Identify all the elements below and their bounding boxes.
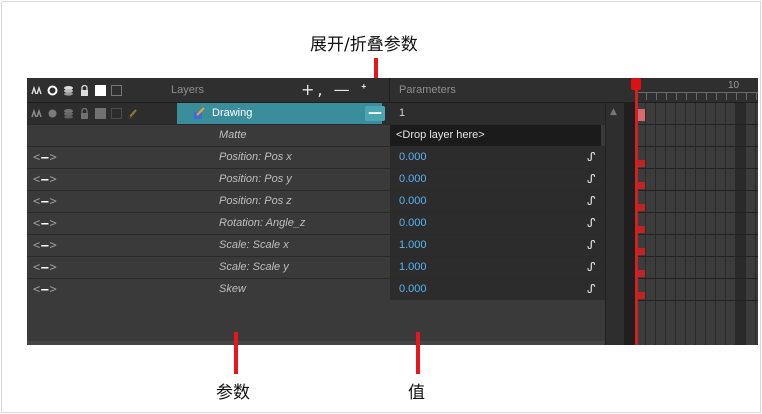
function-curve-icon[interactable]: ᔑ <box>587 150 596 164</box>
param-value: 0.000 <box>399 283 427 295</box>
param-row-pos-x[interactable]: <—> Position: Pos x 0.000 ᔑ <box>27 146 624 168</box>
visibility-icon[interactable] <box>47 108 58 119</box>
timeline-row-divider <box>636 190 758 191</box>
vertical-scrollbar[interactable]: ▲ <box>605 103 625 345</box>
show-all-icon[interactable] <box>47 85 58 96</box>
pencil-icon[interactable] <box>127 108 138 119</box>
param-row-matte[interactable]: Matte <Drop layer here> <box>27 124 624 146</box>
lock-icon[interactable] <box>79 108 90 119</box>
param-value: 0.000 <box>399 195 427 207</box>
function-curve-icon[interactable]: ᔑ <box>587 238 596 252</box>
keyframe-nav-arrows[interactable]: <—> <box>33 150 58 164</box>
layers-column-label: Layers <box>171 84 205 96</box>
keyframe-nav-arrows[interactable]: <—> <box>33 216 58 230</box>
keyframe-nav-arrows[interactable]: <—> <box>33 282 58 296</box>
playhead[interactable] <box>635 78 638 345</box>
timeline-row-divider <box>636 300 758 301</box>
layer-row-drawing[interactable]: Drawing — 1 <box>27 103 624 124</box>
xsheet-layer-panel: Layers +, — ᐩ Parameters Drawing — 1 Mat… <box>27 78 625 345</box>
param-name: Position: Pos z <box>219 195 292 207</box>
timeline-row-divider <box>636 234 758 235</box>
param-row-angle-z[interactable]: <—> Rotation: Angle_z 0.000 ᔑ <box>27 212 624 234</box>
function-curve-icon[interactable]: ᔑ <box>587 216 596 230</box>
animate-mode-icon[interactable] <box>31 108 42 119</box>
drawing-layer-icon <box>194 107 205 119</box>
layer-name: Drawing <box>212 107 253 119</box>
param-value: 0.000 <box>399 151 427 163</box>
param-name: Matte <box>219 129 247 141</box>
color-swatch-icon[interactable] <box>95 108 106 119</box>
callout-line-param <box>234 332 238 374</box>
param-name: Position: Pos y <box>219 173 292 185</box>
frame-number-label: 10 <box>728 80 740 91</box>
function-curve-icon[interactable]: ᔑ <box>587 172 596 186</box>
frame-ruler[interactable] <box>636 92 758 100</box>
parameters-column-label: Parameters <box>399 84 456 96</box>
timeline-dark-column <box>736 103 745 345</box>
annotation-expand-collapse: 展开/折叠参数 <box>310 35 418 55</box>
timeline-row-divider <box>636 124 758 125</box>
param-value: 0.000 <box>399 173 427 185</box>
timeline-row-divider <box>636 212 758 213</box>
param-value: 0.000 <box>399 217 427 229</box>
param-name: Position: Pos x <box>219 151 292 163</box>
layer-add-remove-tools[interactable]: +, — ᐩ <box>301 80 370 99</box>
color-swatch-icon[interactable] <box>95 84 106 96</box>
layer-stack-icon[interactable] <box>63 85 74 96</box>
collapse-params-button[interactable]: — <box>365 106 385 121</box>
timeline-header: 10 <box>624 78 758 102</box>
keyframe-nav-arrows[interactable]: <—> <box>33 172 58 186</box>
layer-stack-icon[interactable] <box>63 108 74 119</box>
header-divider <box>389 78 390 102</box>
function-curve-icon[interactable]: ᔑ <box>587 260 596 274</box>
matte-drop-text: <Drop layer here> <box>396 129 485 141</box>
timeline-row-divider <box>636 256 758 257</box>
animate-mode-icon[interactable] <box>31 85 42 96</box>
param-row-scale-x[interactable]: <—> Scale: Scale x 1.000 ᔑ <box>27 234 624 256</box>
layer-name-cell[interactable] <box>177 103 382 124</box>
keyframe-nav-arrows[interactable]: <—> <box>33 194 58 208</box>
timeline-panel[interactable]: 10 <box>624 78 758 345</box>
keyframe-nav-arrows[interactable]: <—> <box>33 238 58 252</box>
thumbnail-icon[interactable] <box>111 84 122 96</box>
layer-toggle-icons <box>27 103 156 124</box>
param-value: 1.000 <box>399 239 427 251</box>
scroll-up-icon[interactable]: ▲ <box>610 107 617 117</box>
keyframe-nav-arrows[interactable]: <—> <box>33 260 58 274</box>
function-curve-icon[interactable]: ᔑ <box>587 282 596 296</box>
param-name: Scale: Scale y <box>219 261 289 273</box>
function-curve-icon[interactable]: ᔑ <box>587 194 596 208</box>
header-toggle-icons <box>27 78 156 102</box>
param-row-pos-z[interactable]: <—> Position: Pos z 0.000 ᔑ <box>27 190 624 212</box>
timeline-row-divider <box>636 278 758 279</box>
callout-line-value <box>416 332 420 374</box>
param-name: Rotation: Angle_z <box>219 217 306 229</box>
panel-header: Layers +, — ᐩ Parameters <box>27 78 624 103</box>
param-name: Skew <box>219 283 246 295</box>
timeline-row-divider <box>636 168 758 169</box>
param-row-skew[interactable]: <—> Skew 0.000 ᔑ <box>27 278 624 300</box>
thumbnail-icon[interactable] <box>111 108 122 119</box>
lock-icon[interactable] <box>79 84 90 96</box>
param-name: Scale: Scale x <box>219 239 289 251</box>
panel-bottom-strip <box>27 341 605 345</box>
layer-value: 1 <box>399 107 406 119</box>
annotation-value: 值 <box>408 383 425 403</box>
timeline-row-divider <box>636 146 758 147</box>
param-row-pos-y[interactable]: <—> Position: Pos y 0.000 ᔑ <box>27 168 624 190</box>
param-value: 1.000 <box>399 261 427 273</box>
annotation-param: 参数 <box>216 383 250 403</box>
param-row-scale-y[interactable]: <—> Scale: Scale y 1.000 ᔑ <box>27 256 624 278</box>
playhead-handle[interactable] <box>631 78 641 90</box>
